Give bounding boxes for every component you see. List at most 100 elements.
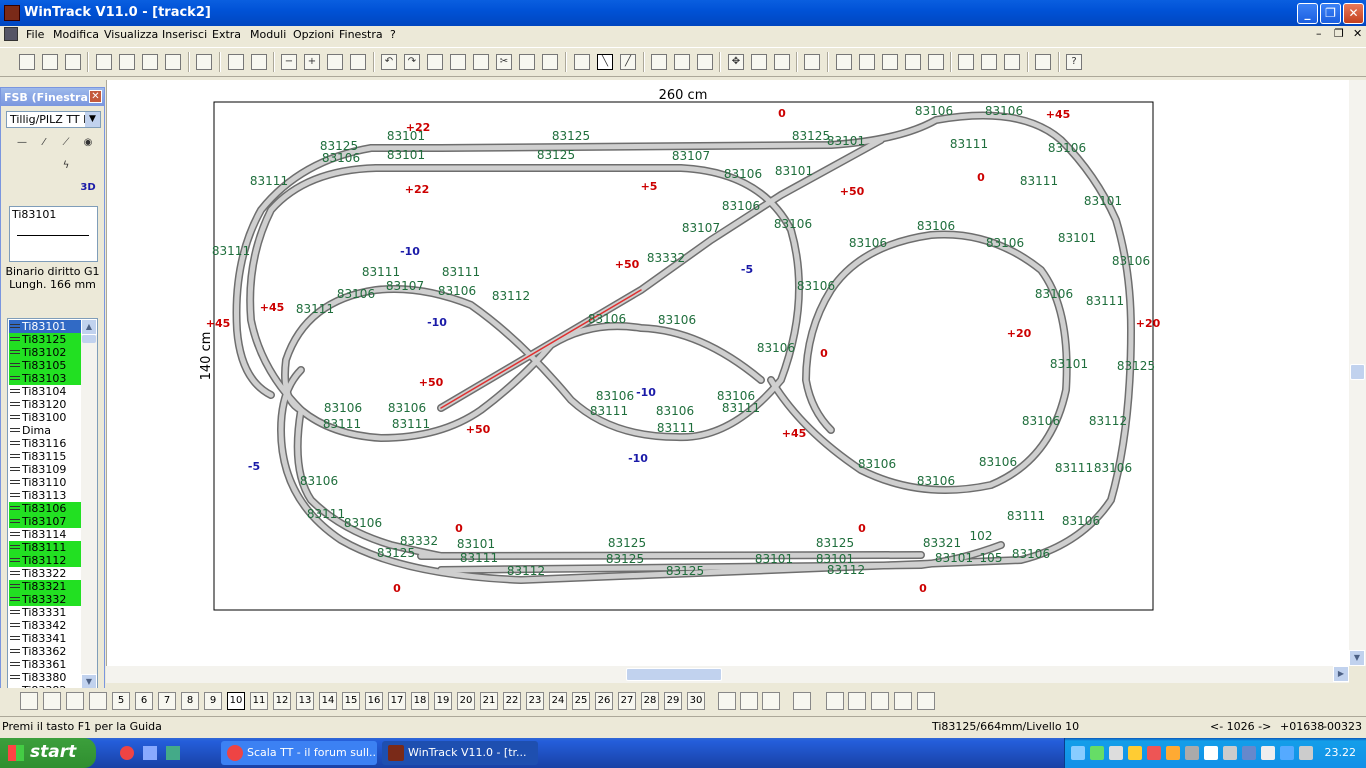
- parts-list-scrollbar[interactable]: ▲ ▼: [81, 319, 97, 690]
- parts-list-item[interactable]: Ti83104: [9, 385, 82, 398]
- level-button-1[interactable]: [20, 692, 38, 710]
- accessory-icon[interactable]: [13, 157, 31, 175]
- menu-finestra[interactable]: Finestra: [339, 28, 383, 41]
- level-button-10[interactable]: 10: [227, 692, 245, 710]
- landscape-tool-icon[interactable]: [13, 179, 31, 197]
- parts-list-item[interactable]: Ti83105: [9, 359, 82, 372]
- parts-list-item[interactable]: Ti83109: [9, 463, 82, 476]
- parts-list-item[interactable]: Ti83112: [9, 554, 82, 567]
- parts-list-item[interactable]: Ti83111: [9, 541, 82, 554]
- speaker-icon[interactable]: [1299, 746, 1313, 760]
- statistics-icon[interactable]: [228, 54, 244, 70]
- print-preview-icon[interactable]: [96, 54, 112, 70]
- maximize-button[interactable]: ❐: [1320, 3, 1341, 24]
- brand-select[interactable]: Tillig/PILZ TT I ▼: [6, 111, 101, 128]
- curve-track-icon[interactable]: ⁄: [35, 134, 53, 152]
- level-button-12[interactable]: 12: [273, 692, 291, 710]
- switch-track-icon[interactable]: ⟋: [57, 134, 75, 152]
- level-button-13[interactable]: 13: [296, 692, 314, 710]
- level-button-2[interactable]: [43, 692, 61, 710]
- zoom-fit-icon[interactable]: [350, 54, 366, 70]
- parts-list-item[interactable]: Ti83332: [9, 593, 82, 606]
- level-button-3[interactable]: [66, 692, 84, 710]
- electric-icon[interactable]: ϟ: [57, 157, 75, 175]
- horizontal-scroll-thumb[interactable]: [626, 668, 722, 681]
- mdi-minimize-button[interactable]: –: [1316, 27, 1322, 40]
- extend-icon[interactable]: [928, 54, 944, 70]
- level-button-24[interactable]: 24: [549, 692, 567, 710]
- note-icon[interactable]: [473, 54, 489, 70]
- view-4-icon[interactable]: [894, 692, 912, 710]
- chevron-down-icon[interactable]: ▼: [85, 112, 100, 127]
- parts-list-item[interactable]: Ti83116: [9, 437, 82, 450]
- menu-moduli[interactable]: Moduli: [250, 28, 286, 41]
- layer-color-icon[interactable]: [793, 692, 811, 710]
- vertical-scroll-thumb[interactable]: [1350, 364, 1365, 380]
- layer-stack-icon[interactable]: [718, 692, 736, 710]
- menu-help[interactable]: ?: [390, 28, 396, 41]
- parts-list-item[interactable]: Ti83321: [9, 580, 82, 593]
- context-help-icon[interactable]: ?: [1066, 54, 1082, 70]
- redo-icon[interactable]: ↷: [404, 54, 420, 70]
- turntable-icon[interactable]: ◉: [79, 134, 97, 152]
- parts-list-item[interactable]: Dima: [9, 424, 82, 437]
- 3d-view-icon[interactable]: 3D: [79, 179, 97, 197]
- start-button[interactable]: start: [0, 738, 96, 768]
- properties-icon[interactable]: [427, 54, 443, 70]
- level-button-25[interactable]: 25: [572, 692, 590, 710]
- cut-icon[interactable]: ✂: [496, 54, 512, 70]
- paste-icon[interactable]: [542, 54, 558, 70]
- rotate-icon[interactable]: [751, 54, 767, 70]
- align-right-icon[interactable]: [1004, 54, 1020, 70]
- level-button-17[interactable]: 17: [388, 692, 406, 710]
- mdi-close-button[interactable]: ✕: [1353, 27, 1362, 40]
- level-button-6[interactable]: 6: [135, 692, 153, 710]
- level-button-30[interactable]: 30: [687, 692, 705, 710]
- copy-icon[interactable]: [519, 54, 535, 70]
- scroll-down-icon[interactable]: ▼: [1349, 650, 1365, 666]
- usb-icon[interactable]: [1185, 746, 1199, 760]
- switch-tool-icon[interactable]: [574, 54, 590, 70]
- straight-track-icon[interactable]: —: [13, 134, 31, 152]
- scroll-up-icon[interactable]: ▲: [81, 319, 97, 335]
- panel-close-icon[interactable]: ✕: [89, 90, 102, 103]
- open-folder-icon[interactable]: [42, 54, 58, 70]
- ramp-up-icon[interactable]: [35, 179, 53, 197]
- join-icon[interactable]: [882, 54, 898, 70]
- snap-icon[interactable]: [1035, 54, 1051, 70]
- view-1-icon[interactable]: [826, 692, 844, 710]
- level-button-21[interactable]: 21: [480, 692, 498, 710]
- task-wintrack[interactable]: WinTrack V11.0 - [tr...: [382, 741, 538, 765]
- connection-icon[interactable]: [1261, 746, 1275, 760]
- level-button-7[interactable]: 7: [158, 692, 176, 710]
- zoom-in-icon[interactable]: +: [304, 54, 320, 70]
- monitor-icon[interactable]: [1109, 746, 1123, 760]
- parts-list-item[interactable]: Ti83107: [9, 515, 82, 528]
- layers-icon[interactable]: [450, 54, 466, 70]
- menu-modifica[interactable]: Modifica: [53, 28, 99, 41]
- view-3-icon[interactable]: [871, 692, 889, 710]
- scroll-right-icon[interactable]: ▶: [1333, 666, 1349, 682]
- connect-icon[interactable]: [836, 54, 852, 70]
- level-button-15[interactable]: 15: [342, 692, 360, 710]
- chrome-icon[interactable]: [120, 746, 134, 760]
- level-button-29[interactable]: 29: [664, 692, 682, 710]
- level-button-9[interactable]: 9: [204, 692, 222, 710]
- parts-list-item[interactable]: Ti83113: [9, 489, 82, 502]
- level-button-19[interactable]: 19: [434, 692, 452, 710]
- library-icon[interactable]: [196, 54, 212, 70]
- level-button-5[interactable]: 5: [112, 692, 130, 710]
- horizontal-scrollbar[interactable]: ▶: [106, 666, 1349, 683]
- level-button-16[interactable]: 16: [365, 692, 383, 710]
- parts-list-item[interactable]: Ti83380: [9, 671, 82, 684]
- signal-icon[interactable]: [35, 157, 53, 175]
- level-button-20[interactable]: 20: [457, 692, 475, 710]
- straight-track-tool-icon[interactable]: ╲: [597, 54, 613, 70]
- parts-list-item[interactable]: Ti83103: [9, 372, 82, 385]
- parts-list-item[interactable]: Ti83331: [9, 606, 82, 619]
- print-setup-icon[interactable]: [142, 54, 158, 70]
- level-button-28[interactable]: 28: [641, 692, 659, 710]
- level-button-14[interactable]: 14: [319, 692, 337, 710]
- level-button-22[interactable]: 22: [503, 692, 521, 710]
- align-center-icon[interactable]: [981, 54, 997, 70]
